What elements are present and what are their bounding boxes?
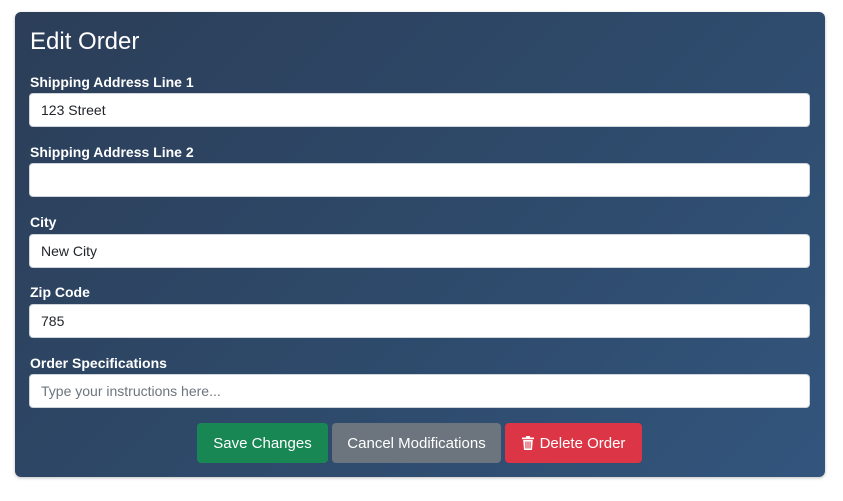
save-changes-button[interactable]: Save Changes xyxy=(197,423,328,463)
trash-icon xyxy=(521,436,534,450)
shipping-address-line-2-input[interactable] xyxy=(29,163,810,197)
zip-code-input[interactable] xyxy=(29,304,810,338)
shipping-address-line-1-input[interactable] xyxy=(29,93,810,127)
shipping-address-line-1-label: Shipping Address Line 1 xyxy=(30,74,194,90)
cancel-modifications-label: Cancel Modifications xyxy=(347,434,486,452)
delete-order-label: Delete Order xyxy=(539,434,626,452)
edit-order-card: Edit Order Shipping Address Line 1 Shipp… xyxy=(15,12,825,477)
delete-order-button[interactable]: Delete Order xyxy=(505,423,642,463)
order-specifications-input[interactable] xyxy=(29,374,810,408)
shipping-address-line-2-label: Shipping Address Line 2 xyxy=(30,144,194,160)
city-input[interactable] xyxy=(29,234,810,268)
save-changes-label: Save Changes xyxy=(213,434,312,452)
page-title: Edit Order xyxy=(30,28,140,55)
cancel-modifications-button[interactable]: Cancel Modifications xyxy=(332,423,501,463)
zip-code-label: Zip Code xyxy=(30,284,90,300)
city-label: City xyxy=(30,214,57,230)
order-specifications-label: Order Specifications xyxy=(30,355,167,371)
